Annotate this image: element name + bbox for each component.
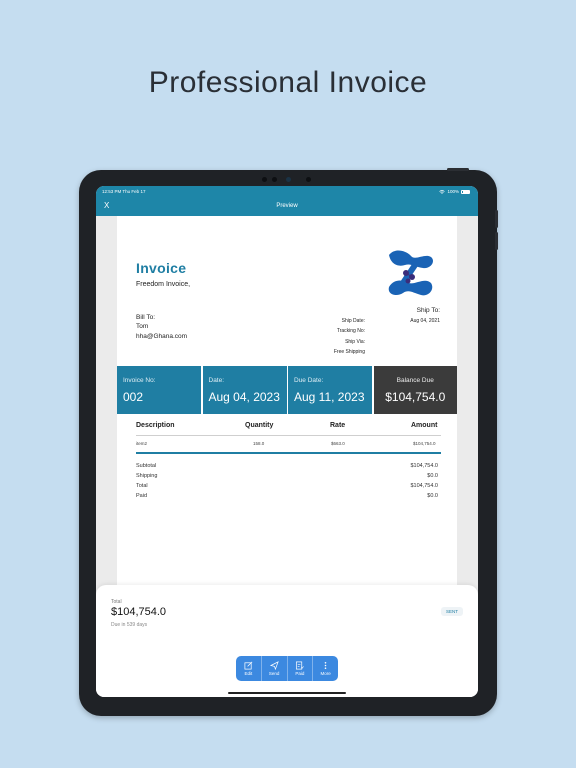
subtotal-label: Subtotal: [136, 463, 157, 469]
camera-bar: [258, 175, 318, 183]
volume-down-button: [495, 232, 498, 250]
bill-to-label: Bill To:: [136, 314, 156, 321]
more-icon: [324, 661, 327, 670]
battery-icon: [461, 189, 470, 194]
column-header-quantity: Quantity: [245, 422, 274, 429]
sheet-total-label: Total: [111, 599, 122, 605]
nav-bar: X Preview: [96, 198, 478, 216]
invoice-title: Invoice: [136, 260, 187, 276]
item-quantity: 158.0: [253, 441, 265, 446]
summary-value: Aug 04, 2023: [208, 390, 280, 404]
edit-label: Edit: [244, 671, 253, 676]
home-indicator[interactable]: [228, 692, 346, 694]
tracking-label: Tracking No:: [336, 328, 365, 335]
item-description: item2: [136, 441, 148, 446]
edit-button[interactable]: Edit: [236, 656, 262, 681]
paid-button[interactable]: Paid: [288, 656, 314, 681]
company-logo-icon: [388, 250, 434, 296]
shipping-label: Shipping: [136, 473, 158, 479]
status-badge: SENT: [440, 607, 463, 616]
ship-date-label: Ship Date:: [341, 318, 365, 324]
summary-value: Aug 11, 2023: [294, 390, 365, 404]
column-header-rate: Rate: [330, 422, 346, 429]
summary-cell-invoice-no: Invoice No: 002: [117, 366, 201, 414]
invoice-summary: Invoice No: 002 Date: Aug 04, 2023 Due D…: [117, 366, 457, 414]
bottom-sheet: Total $104,754.0 Due in 539 days SENT Ed…: [96, 585, 478, 697]
power-button: [447, 168, 469, 171]
item-amount: $104,754.0: [413, 441, 436, 446]
paid-value: $0.0: [427, 493, 438, 499]
status-indicators: 100%: [439, 189, 470, 194]
send-icon: [269, 661, 279, 670]
summary-value: 002: [123, 390, 144, 404]
summary-label: Invoice No:: [123, 377, 156, 384]
ship-via-label: Ship Via:: [345, 338, 365, 345]
total-label: Total: [136, 483, 148, 489]
total-value: $104,754.0: [410, 483, 438, 489]
shipping-details: Ship Date: Tracking No: Ship Via: Free S…: [334, 316, 365, 357]
battery-percent: 100%: [447, 189, 459, 194]
paid-label: Paid: [295, 671, 305, 676]
summary-label: Balance Due: [396, 377, 434, 384]
promo-headline: Professional Invoice: [148, 66, 428, 99]
column-header-description: Description: [136, 422, 175, 429]
bill-to-email: hha@Ghana.com: [136, 333, 188, 340]
more-label: More: [320, 671, 331, 676]
app-screen: 12:53 PM Thu Feb 17 100% X Preview Invoi…: [96, 186, 478, 697]
item-rate: $663.0: [331, 441, 345, 446]
column-header-amount: Amount: [411, 422, 438, 429]
volume-up-button: [495, 210, 498, 228]
edit-icon: [244, 661, 253, 670]
action-bar: Edit Send Paid More: [236, 656, 338, 681]
summary-label: Date:: [208, 377, 225, 384]
summary-cell-due-date: Due Date: Aug 11, 2023: [288, 366, 372, 414]
shipping-value: $0.0: [427, 473, 438, 479]
send-button[interactable]: Send: [262, 656, 288, 681]
bill-to-name: Tom: [136, 323, 149, 330]
subtotal-value: $104,754.0: [410, 463, 438, 469]
status-bar: 12:53 PM Thu Feb 17 100%: [96, 186, 478, 198]
nav-title: Preview: [276, 203, 298, 209]
table-divider: [136, 435, 441, 436]
ship-to-label: Ship To:: [416, 307, 440, 314]
wifi-icon: [439, 189, 446, 194]
more-button[interactable]: More: [313, 656, 338, 681]
summary-cell-balance-due: Balance Due $104,754.0: [373, 366, 457, 414]
sheet-total-amount: $104,754.0: [111, 606, 167, 618]
ship-to-date: Aug 04, 2021: [410, 318, 440, 324]
company-name: Freedom Invoice,: [136, 281, 191, 288]
summary-value: $104,754.0: [385, 390, 446, 404]
table-bottom-rule: [136, 452, 441, 454]
shipping-method: Free Shipping: [333, 348, 365, 355]
paid-label: Paid: [136, 493, 148, 499]
paid-icon: [296, 661, 305, 670]
summary-cell-date: Date: Aug 04, 2023: [202, 366, 287, 414]
status-time: 12:53 PM Thu Feb 17: [102, 189, 146, 194]
due-status: Due in 539 days: [111, 622, 148, 628]
summary-label: Due Date:: [294, 377, 324, 384]
send-label: Send: [268, 671, 280, 676]
